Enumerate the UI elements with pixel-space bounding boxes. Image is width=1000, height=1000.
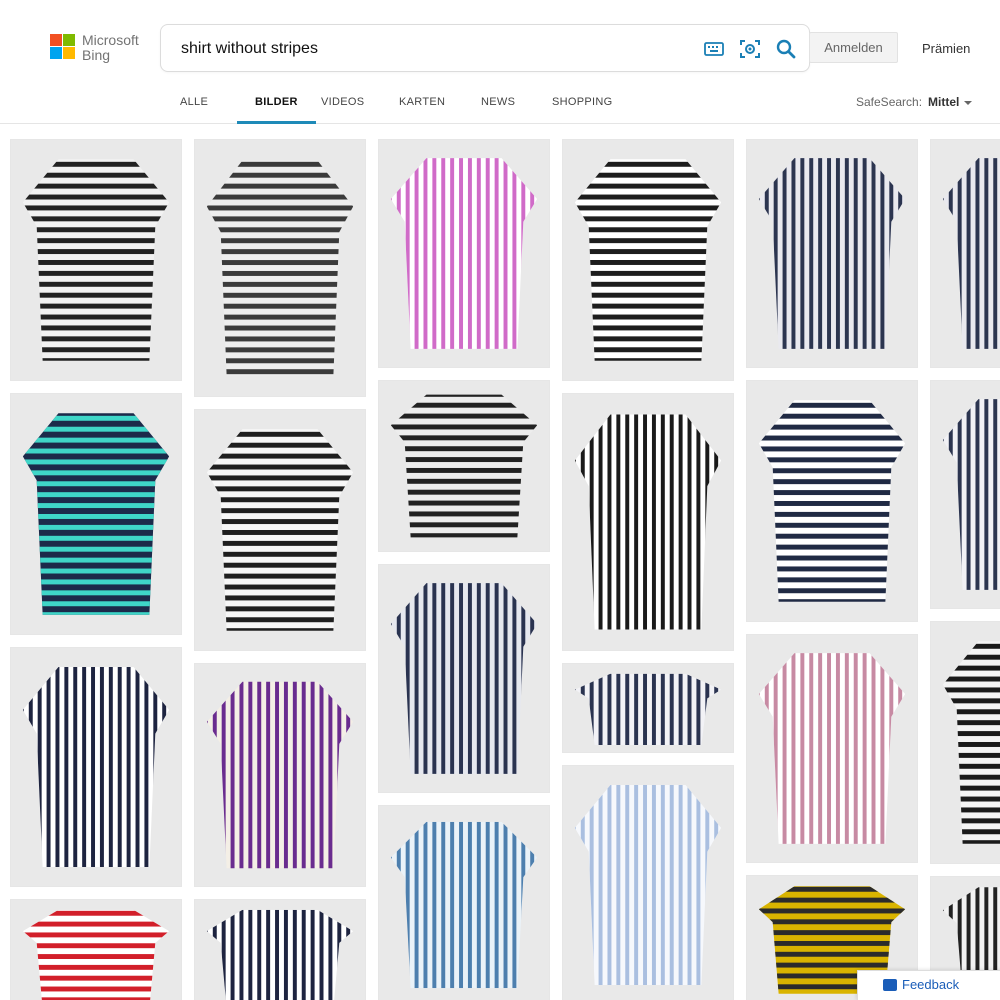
logo-text-microsoft: Microsoft [82, 32, 139, 48]
image-result-red-striped-tee[interactable] [10, 899, 182, 1000]
feedback-label: Feedback [902, 977, 960, 992]
image-thumbnail [11, 394, 181, 634]
image-result-black-white-striped-blouse[interactable] [562, 393, 734, 651]
safesearch-value[interactable]: Mittel [928, 95, 959, 109]
image-result-striped-shirt-back-view[interactable] [378, 564, 550, 793]
image-result-navy-striped-shirt-white-collar[interactable] [10, 647, 182, 887]
feedback-button[interactable]: Feedback [857, 970, 1000, 1000]
microsoft-logo-icon [50, 34, 76, 60]
image-result-navy-striped-shirt-large[interactable] [194, 899, 366, 1000]
image-result-purple-striped-tunic[interactable] [194, 663, 366, 887]
tab-videos[interactable]: VIDEOS [303, 84, 382, 124]
image-thumbnail [379, 565, 549, 792]
image-result-striped-tee-black-pants[interactable] [378, 380, 550, 552]
image-thumbnail [195, 140, 365, 396]
image-thumbnail [931, 140, 1000, 367]
image-thumbnail [11, 900, 181, 1000]
search-icon[interactable] [774, 37, 798, 61]
image-result-navy-striped-shirt-cropped[interactable] [930, 139, 1000, 368]
image-result-navy-striped-shirt-man[interactable] [746, 139, 918, 368]
image-thumbnail [379, 140, 549, 367]
tab-news[interactable]: NEWS [463, 84, 533, 124]
logo-text-bing: Bing [82, 47, 111, 63]
safesearch-filter[interactable]: SafeSearch: Mittel [856, 95, 973, 109]
image-thumbnail [747, 381, 917, 621]
image-result-offshoulder-striped-top[interactable] [746, 380, 918, 622]
signin-button[interactable]: Anmelden [809, 32, 898, 63]
image-thumbnail [11, 140, 181, 380]
image-thumbnail [379, 381, 549, 551]
image-thumbnail [195, 410, 365, 650]
visual-search-icon[interactable] [738, 37, 762, 61]
tab-karten[interactable]: KARTEN [381, 84, 463, 124]
image-thumbnail [563, 394, 733, 650]
image-result-nursing-striped-top[interactable] [562, 139, 734, 381]
image-result-pink-striped-shirt-collar[interactable] [378, 139, 550, 368]
top-header: Microsoft Bing Anmelden Prämien ALLE BIL… [0, 0, 1000, 124]
chevron-down-icon[interactable] [964, 100, 973, 105]
tab-alle[interactable]: ALLE [162, 84, 226, 124]
image-result-black-striped-tee-woman[interactable] [930, 621, 1000, 864]
image-thumbnail [563, 766, 733, 1000]
image-result-pink-striped-shirt-man[interactable] [746, 634, 918, 863]
search-input[interactable] [181, 37, 681, 61]
image-thumbnail [379, 806, 549, 1000]
image-thumbnail [11, 648, 181, 886]
tab-shopping[interactable]: SHOPPING [534, 84, 630, 124]
image-thumbnail [931, 381, 1000, 608]
image-result-white-black-striped-longsleeve[interactable] [194, 409, 366, 651]
image-thumbnail [195, 664, 365, 886]
search-box [160, 24, 810, 72]
image-result-navy-striped-shirt-side[interactable] [930, 380, 1000, 609]
image-thumbnail [931, 622, 1000, 863]
image-thumbnail [747, 140, 917, 367]
image-result-small-striped-dress-shirt[interactable] [562, 663, 734, 753]
image-results-grid [0, 125, 1000, 1000]
bing-logo[interactable]: Microsoft Bing [50, 32, 150, 64]
safesearch-label: SafeSearch: [856, 95, 923, 109]
image-result-turquoise-striped-tee[interactable] [10, 393, 182, 635]
keyboard-icon[interactable] [702, 37, 726, 61]
image-result-light-blue-shirt-woman[interactable] [562, 765, 734, 1000]
image-result-laceup-striped-bodysuit[interactable] [10, 139, 182, 381]
image-thumbnail [195, 900, 365, 1000]
rewards-link[interactable]: Prämien [922, 41, 970, 56]
image-thumbnail [563, 140, 733, 380]
image-thumbnail [747, 635, 917, 862]
feedback-icon [883, 979, 897, 991]
image-result-grey-striped-tie-tee[interactable] [194, 139, 366, 397]
image-result-blue-striped-shirt-mannequin[interactable] [378, 805, 550, 1000]
image-thumbnail [563, 664, 733, 752]
